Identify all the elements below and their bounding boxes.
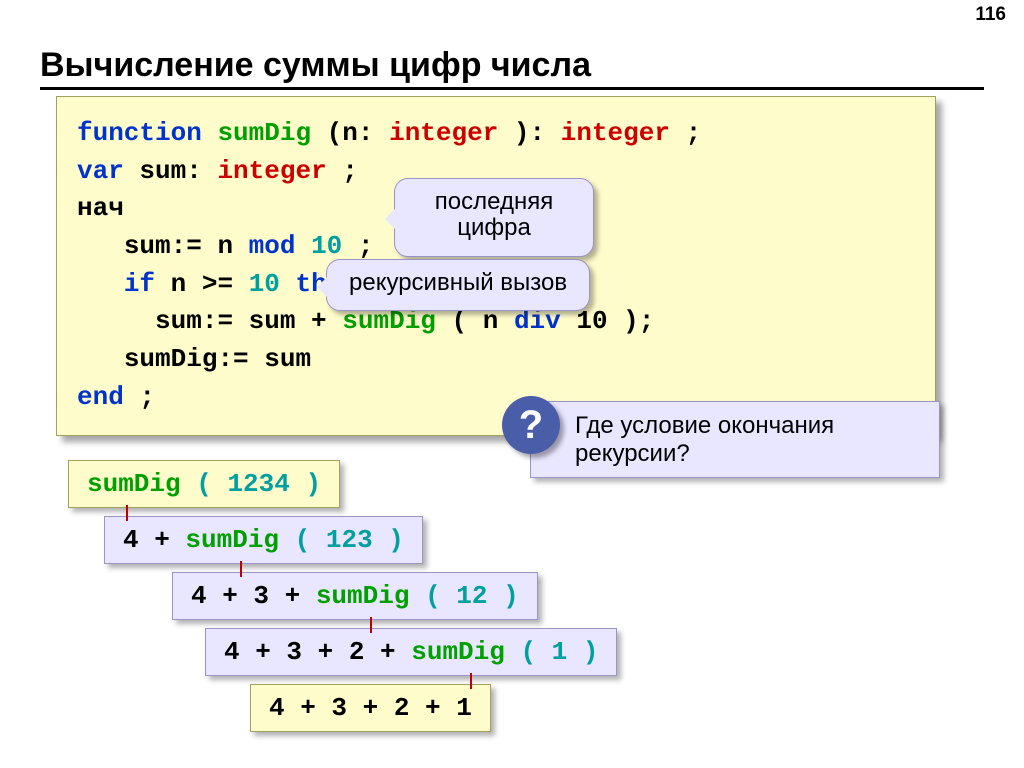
step-3: 4 + 3 + 2 + sumDig ( 1 ) <box>205 628 617 676</box>
l2c: 10 <box>249 269 280 299</box>
page-number: 116 <box>975 4 1006 26</box>
l4: sumDig:= sum <box>124 344 311 374</box>
l1b: 10 <box>311 231 342 261</box>
s2-arg: ( 12 ) <box>425 581 519 611</box>
s2-pre: 4 + 3 + <box>191 581 316 611</box>
s3-arg: ( 1 ) <box>520 637 598 667</box>
s1-pre: 4 + <box>123 525 185 555</box>
paren-open: (n: <box>327 118 374 148</box>
kw-function: function <box>77 118 202 148</box>
type-int-2: integer <box>561 118 670 148</box>
question-box: Где условие окончания рекурсии? <box>530 401 940 478</box>
type-int-3: integer <box>217 156 326 186</box>
l1a: sum:= n <box>124 231 233 261</box>
code-line-7: sumDig:= sum <box>77 341 915 379</box>
semi-2: ; <box>342 156 358 186</box>
kw-if: if <box>124 269 155 299</box>
connector-3-4 <box>470 673 472 689</box>
s2-fn: sumDig <box>316 581 410 611</box>
s0-fn: sumDig <box>87 469 181 499</box>
step-2: 4 + 3 + sumDig ( 12 ) <box>172 572 538 620</box>
connector-2-3 <box>370 617 372 633</box>
fn-name: sumDig <box>217 118 311 148</box>
semi-1: ; <box>686 118 702 148</box>
kw-end: end <box>77 382 124 412</box>
question-icon: ? <box>502 396 560 454</box>
kw-mod: mod <box>249 231 296 261</box>
var-name: sum: <box>139 156 201 186</box>
step-0: sumDig ( 1234 ) <box>68 460 340 508</box>
l3a: sum:= sum + <box>155 306 327 336</box>
semi-3: ; <box>358 231 374 261</box>
code-line-1: function sumDig (n: integer ): integer ; <box>77 115 915 153</box>
kw-var: var <box>77 156 124 186</box>
connector-1-2 <box>240 561 242 577</box>
s0-arg: ( 1234 ) <box>196 469 321 499</box>
s3-pre: 4 + 3 + 2 + <box>224 637 411 667</box>
callout-last-digit: последняяцифра <box>394 178 594 257</box>
s1-fn: sumDig <box>185 525 279 555</box>
paren-close: ): <box>514 118 545 148</box>
semi-4: ; <box>139 382 155 412</box>
step-1: 4 + sumDig ( 123 ) <box>104 516 423 564</box>
callout-recursive-call: рекурсивный вызов <box>326 259 590 311</box>
page-title: Вычисление суммы цифр числа <box>40 46 984 90</box>
s1-arg: ( 123 ) <box>295 525 404 555</box>
type-int-1: integer <box>389 118 498 148</box>
l3c: 10 ); <box>576 306 654 336</box>
step-4: 4 + 3 + 2 + 1 <box>250 684 491 732</box>
s3-fn: sumDig <box>411 637 505 667</box>
l2b: n >= <box>171 269 233 299</box>
connector-0-1 <box>126 505 128 521</box>
